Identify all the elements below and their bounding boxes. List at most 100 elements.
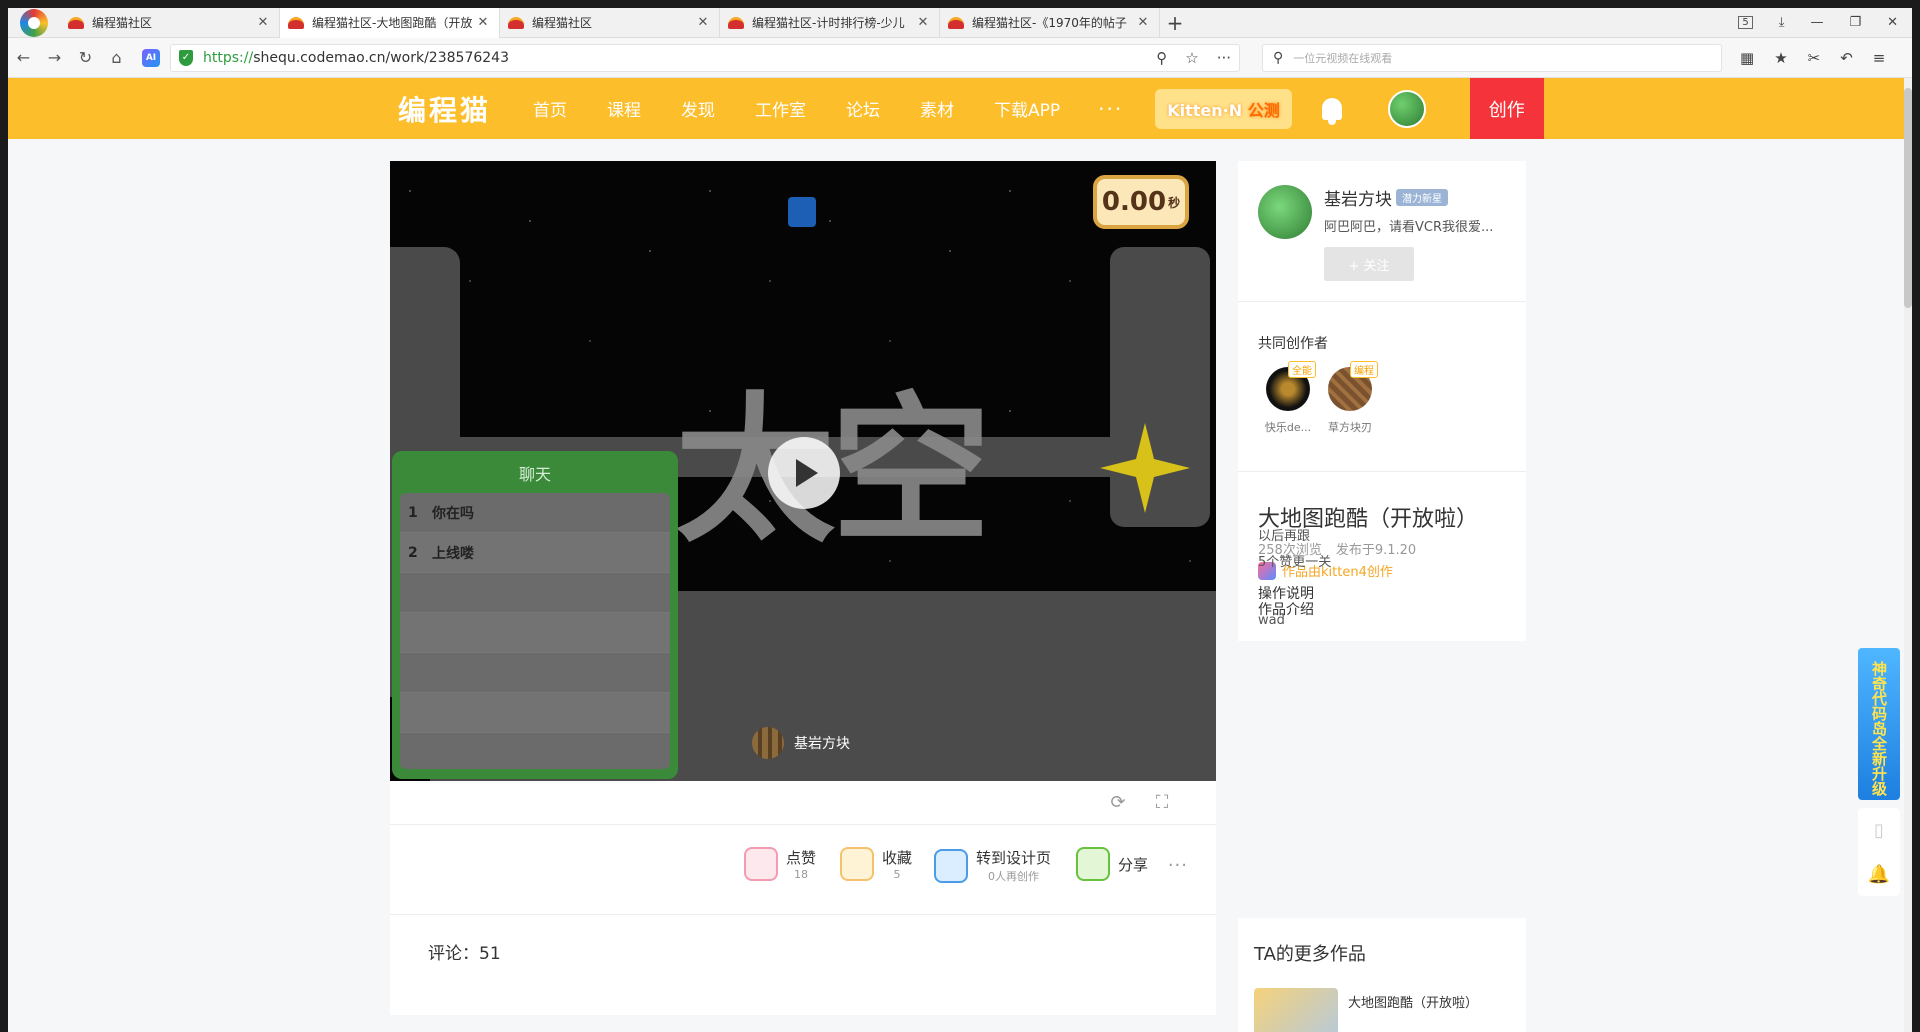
close-icon[interactable]: ✕ xyxy=(255,15,271,30)
remix-button[interactable]: 转到设计页 0人再创作 xyxy=(934,847,1051,884)
menu-icon[interactable]: ≡ xyxy=(1873,49,1886,67)
play-button[interactable] xyxy=(768,437,840,509)
tab-title: 编程猫社区-计时排行榜-少儿 xyxy=(752,16,905,30)
work-thumbnail[interactable] xyxy=(1254,988,1338,1032)
avatar xyxy=(752,727,784,759)
forward-icon[interactable]: → xyxy=(39,48,70,67)
bookmark-star-icon[interactable]: ☆ xyxy=(1185,49,1198,67)
browser-tab-3[interactable]: 编程猫社区 ✕ xyxy=(500,7,720,38)
window-controls: 5 ⤓ — ❐ ✕ xyxy=(1738,15,1912,30)
tab-title: 编程猫社区 xyxy=(92,16,153,30)
nav-more[interactable]: ··· xyxy=(1098,97,1123,121)
follow-button[interactable]: + 关注 xyxy=(1324,247,1414,281)
more-actions-button[interactable]: ··· xyxy=(1168,855,1188,876)
divider xyxy=(1238,471,1526,472)
kitten-n-button[interactable]: Kitten·N 公测 xyxy=(1155,88,1292,129)
create-button[interactable]: 创作 xyxy=(1469,78,1544,139)
close-icon[interactable]: ✕ xyxy=(475,15,491,30)
player-toolbar: ⟳ ⛶ xyxy=(390,781,1216,825)
browser-tab-bar: 编程猫社区 ✕ 编程猫社区-大地图跑酷（开放 ✕ 编程猫社区 ✕ 编程猫社区-计… xyxy=(8,7,1912,38)
window-close-icon[interactable]: ✕ xyxy=(1887,15,1898,30)
browser-tab-5[interactable]: 编程猫社区-《1970年的帖子 ✕ xyxy=(940,7,1160,38)
action-bar: 点赞 18 收藏 5 转到设计页 0人再创作 分享 ··· xyxy=(390,825,1216,915)
browser-logo-icon[interactable] xyxy=(20,8,48,37)
browser-address-bar: ← → ↻ ⌂ AI ✓ https://shequ.codemao.cn/wo… xyxy=(8,38,1912,78)
nav-download-app[interactable]: 下载APP xyxy=(994,96,1060,121)
restart-icon[interactable]: ⟳ xyxy=(1108,793,1128,813)
minimize-icon[interactable]: — xyxy=(1810,15,1823,30)
more-works-title: TA的更多作品 xyxy=(1254,944,1366,965)
close-icon[interactable]: ✕ xyxy=(695,15,711,30)
more-icon[interactable]: ··· xyxy=(1217,49,1231,67)
restore-icon[interactable]: ❐ xyxy=(1849,15,1861,30)
notification-icon[interactable]: 🔔 xyxy=(1858,852,1900,896)
tab-title: 编程猫社区 xyxy=(532,16,593,30)
nav-forum[interactable]: 论坛 xyxy=(846,96,880,121)
more-work-name[interactable]: 大地图跑酷（开放啦） xyxy=(1348,992,1478,1011)
nav-courses[interactable]: 课程 xyxy=(607,96,641,121)
thumbs-up-icon xyxy=(744,847,778,881)
bell-icon[interactable] xyxy=(1321,97,1342,125)
browser-tab-2[interactable]: 编程猫社区-大地图跑酷（开放 ✕ xyxy=(280,7,500,38)
nav-assets[interactable]: 素材 xyxy=(920,96,954,121)
collect-button[interactable]: 收藏 5 xyxy=(840,847,912,881)
author-name[interactable]: 基岩方块 潜力新星 xyxy=(1324,185,1493,210)
apps-grid-icon[interactable]: ▦ xyxy=(1740,49,1754,67)
share-button[interactable]: 分享 xyxy=(1076,847,1148,881)
game-player[interactable]: 太空 0.00秒 聊天 1你在吗 2上线喽 基岩方块 xyxy=(390,161,1216,781)
url-actions: ⚲ ☆ ··· xyxy=(1156,49,1231,67)
pin-icon[interactable]: ⤓ xyxy=(1779,15,1785,30)
codemao-favicon-icon xyxy=(728,16,744,29)
home-icon[interactable]: ⌂ xyxy=(101,48,132,67)
browser-search-input[interactable]: ⚲ 一位元视频在线观看 xyxy=(1262,43,1722,72)
like-button[interactable]: 点赞 18 xyxy=(744,847,816,881)
design-page-icon xyxy=(934,848,968,883)
avatar[interactable] xyxy=(1258,185,1312,239)
new-tab-button[interactable]: + xyxy=(1160,11,1190,35)
search-icon: ⚲ xyxy=(1273,49,1284,66)
fullscreen-icon[interactable]: ⛶ xyxy=(1152,793,1172,813)
more-works-card: TA的更多作品 大地图跑酷（开放啦） xyxy=(1238,918,1526,1032)
code-island-ad[interactable]: 神奇代码岛全新升级 xyxy=(1858,648,1900,800)
nav-discover[interactable]: 发现 xyxy=(681,96,715,121)
codemao-favicon-icon xyxy=(288,16,304,29)
tab-count-icon[interactable]: 5 xyxy=(1738,16,1753,29)
comments-section: 评论：51 xyxy=(390,915,1216,1015)
co-creator[interactable]: 编程 草方块刃 xyxy=(1320,361,1380,435)
phone-icon[interactable]: ▯ xyxy=(1858,808,1900,852)
scissors-icon[interactable]: ✂ xyxy=(1808,49,1821,67)
tab-title: 编程猫社区-大地图跑酷（开放 xyxy=(312,16,473,30)
website: 编程猫 首页 课程 发现 工作室 论坛 素材 下载APP ··· Kitten·… xyxy=(8,78,1912,1032)
page-scrollbar[interactable] xyxy=(1904,78,1912,1032)
url-input[interactable]: ✓ https://shequ.codemao.cn/work/23857624… xyxy=(170,43,1240,72)
intro-line: 以后再跟 xyxy=(1258,529,1311,544)
role-tag: 编程 xyxy=(1350,361,1378,378)
close-icon[interactable]: ✕ xyxy=(1135,15,1151,30)
favorites-icon[interactable]: ★ xyxy=(1774,49,1787,67)
player-sprite xyxy=(788,197,816,227)
browser-tab-1[interactable]: 编程猫社区 ✕ xyxy=(60,7,280,38)
undo-icon[interactable]: ↶ xyxy=(1840,49,1853,67)
close-icon[interactable]: ✕ xyxy=(915,15,931,30)
ai-icon[interactable]: AI xyxy=(142,48,160,67)
description-card: 以后再跟 5个赞更一关 操作说明 wad xyxy=(1238,529,1526,881)
tab-title: 编程猫社区-《1970年的帖子 xyxy=(972,16,1127,30)
avatar[interactable] xyxy=(1387,89,1426,128)
nav-studio[interactable]: 工作室 xyxy=(755,96,806,121)
back-icon[interactable]: ← xyxy=(8,48,39,67)
site-logo[interactable]: 编程猫 xyxy=(398,89,491,129)
browser-extensions: ▦ ★ ✂ ↶ ≡ xyxy=(1740,49,1885,67)
nav-home[interactable]: 首页 xyxy=(533,96,567,121)
co-creator[interactable]: 全能 快乐de... xyxy=(1258,361,1318,435)
chat-panel: 聊天 1 你在吗 2 上线喽 xyxy=(392,451,678,779)
scrollbar-thumb[interactable] xyxy=(1904,88,1912,308)
browser-tab-4[interactable]: 编程猫社区-计时排行榜-少儿 ✕ xyxy=(720,7,940,38)
secure-shield-icon[interactable]: ✓ xyxy=(179,49,193,66)
intro-line: 5个赞更一关 xyxy=(1258,555,1332,570)
reload-icon[interactable]: ↻ xyxy=(70,48,101,67)
codemao-favicon-icon xyxy=(948,16,964,29)
zoom-icon[interactable]: ⚲ xyxy=(1156,49,1167,67)
list-item xyxy=(400,573,670,613)
author-signature: 阿巴阿巴，请看VCR我很爱... xyxy=(1324,220,1494,235)
url-text[interactable]: https://shequ.codemao.cn/work/238576243 xyxy=(203,50,1156,66)
